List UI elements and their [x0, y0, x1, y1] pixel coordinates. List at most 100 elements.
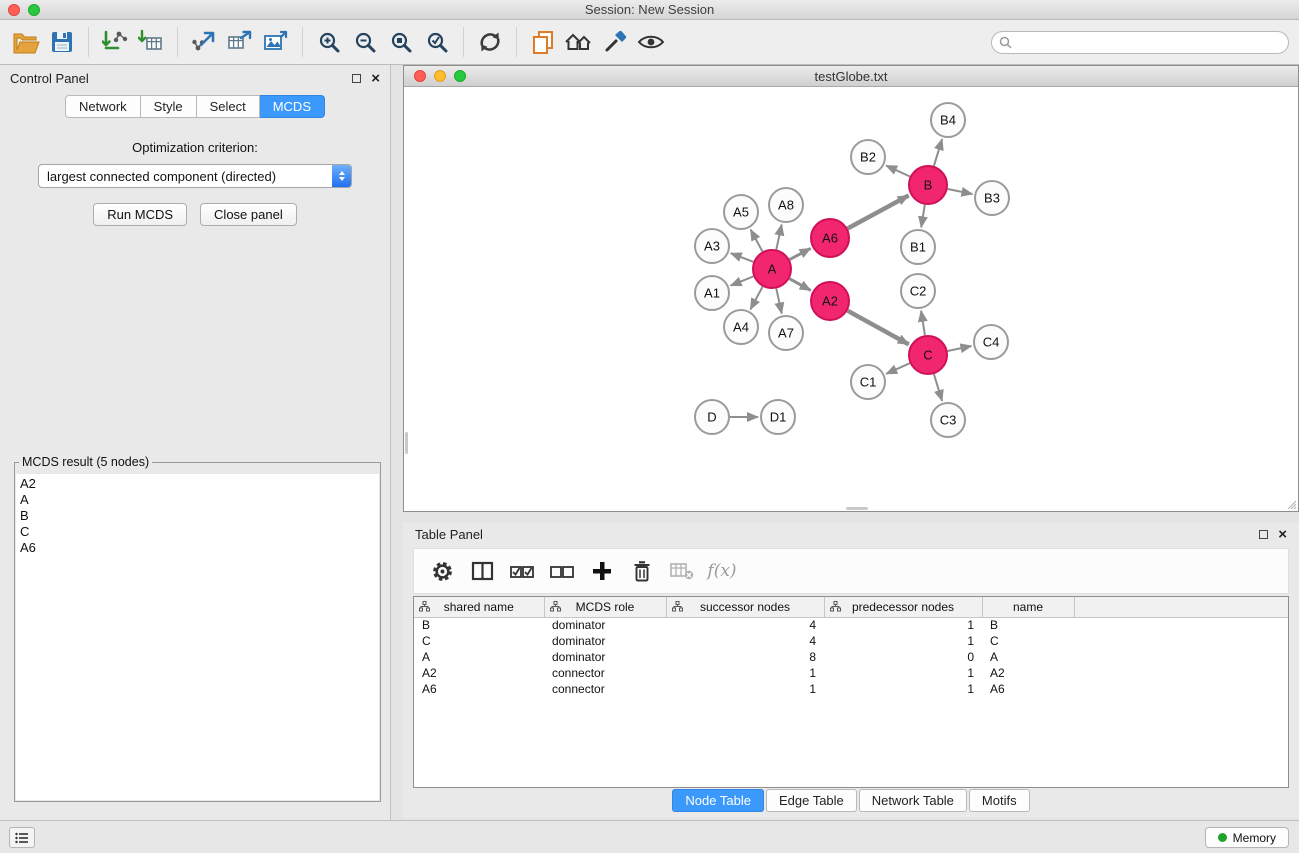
memory-button[interactable]: Memory: [1205, 827, 1289, 848]
graph-node-A4[interactable]: A4: [724, 310, 758, 344]
graph-node-B3[interactable]: B3: [975, 181, 1009, 215]
graph-edge-A-A7[interactable]: [776, 289, 781, 314]
open-session-button[interactable]: [525, 25, 561, 59]
mcds-result-item[interactable]: B: [20, 508, 375, 524]
graph-edge-A-A1[interactable]: [731, 276, 754, 285]
import-table-button[interactable]: [133, 25, 169, 59]
zoom-in-button[interactable]: [311, 25, 347, 59]
zoom-fit-button[interactable]: [383, 25, 419, 59]
delete-column-button[interactable]: [626, 555, 658, 587]
graph-node-A2[interactable]: A2: [811, 282, 849, 320]
graph-edge-A2-C[interactable]: [848, 311, 909, 345]
table-row[interactable]: Bdominator41B: [414, 617, 1288, 633]
graph-edge-C-C3[interactable]: [934, 374, 942, 401]
col-predecessor-nodes[interactable]: predecessor nodes: [824, 597, 982, 617]
col-mcds-role[interactable]: MCDS role: [544, 597, 666, 617]
table-settings-button[interactable]: [426, 555, 458, 587]
table-row[interactable]: Cdominator41C: [414, 633, 1288, 649]
graph-node-B2[interactable]: B2: [851, 140, 885, 174]
graph-node-A8[interactable]: A8: [769, 188, 803, 222]
deselect-all-button[interactable]: [546, 555, 578, 587]
refresh-button[interactable]: [472, 25, 508, 59]
show-hide-button[interactable]: [633, 25, 669, 59]
close-table-panel-icon[interactable]: ×: [1278, 526, 1287, 543]
run-mcds-button[interactable]: Run MCDS: [93, 203, 187, 226]
graph-node-B1[interactable]: B1: [901, 230, 935, 264]
network-zoom-button[interactable]: [454, 70, 466, 82]
graph-node-A7[interactable]: A7: [769, 316, 803, 350]
graph-edge-A-A3[interactable]: [731, 253, 754, 262]
graph-node-C[interactable]: C: [909, 336, 947, 374]
zoom-out-button[interactable]: [347, 25, 383, 59]
function-builder-button[interactable]: f(x): [706, 555, 738, 587]
graph-node-C1[interactable]: C1: [851, 365, 885, 399]
show-columns-button[interactable]: [466, 555, 498, 587]
graph-node-A[interactable]: A: [753, 250, 791, 288]
search-field[interactable]: [991, 31, 1289, 54]
first-neighbors-button[interactable]: [561, 25, 597, 59]
tab-node-table[interactable]: Node Table: [672, 789, 764, 812]
import-network-button[interactable]: [97, 25, 133, 59]
task-history-button[interactable]: [9, 827, 35, 848]
table-row[interactable]: A6connector11A6: [414, 681, 1288, 697]
graph-edge-C-C2[interactable]: [921, 311, 925, 335]
select-all-button[interactable]: [506, 555, 538, 587]
graph-node-A5[interactable]: A5: [724, 195, 758, 229]
close-window-button[interactable]: [8, 4, 20, 16]
float-panel-icon[interactable]: [352, 74, 361, 83]
criterion-dropdown[interactable]: largest connected component (directed): [38, 164, 352, 188]
graph-node-C4[interactable]: C4: [974, 325, 1008, 359]
zoom-selected-button[interactable]: [419, 25, 455, 59]
graph-node-A3[interactable]: A3: [695, 229, 729, 263]
tab-mcds[interactable]: MCDS: [260, 95, 325, 118]
graph-edge-A6-B[interactable]: [848, 196, 909, 229]
mcds-result-item[interactable]: A: [20, 492, 375, 508]
graph-node-B[interactable]: B: [909, 166, 947, 204]
graph-node-C3[interactable]: C3: [931, 403, 965, 437]
graph-node-D[interactable]: D: [695, 400, 729, 434]
zoom-window-button[interactable]: [28, 4, 40, 16]
float-table-panel-icon[interactable]: [1259, 530, 1268, 539]
tab-select[interactable]: Select: [197, 95, 260, 118]
graph-node-A1[interactable]: A1: [695, 276, 729, 310]
col-name[interactable]: name: [982, 597, 1074, 617]
annotation-button[interactable]: [597, 25, 633, 59]
graph-edge-B-B1[interactable]: [921, 205, 925, 228]
tab-style[interactable]: Style: [141, 95, 197, 118]
tab-edge-table[interactable]: Edge Table: [766, 789, 857, 812]
graph-edge-C-C4[interactable]: [948, 346, 972, 351]
export-network-button[interactable]: [186, 25, 222, 59]
graph-edge-B-B4[interactable]: [934, 139, 942, 166]
search-input[interactable]: [1012, 33, 1288, 52]
graph-edge-A-A8[interactable]: [776, 225, 781, 250]
col-successor-nodes[interactable]: successor nodes: [666, 597, 824, 617]
export-image-button[interactable]: [258, 25, 294, 59]
graph-node-C2[interactable]: C2: [901, 274, 935, 308]
network-minimize-button[interactable]: [434, 70, 446, 82]
tab-network-table[interactable]: Network Table: [859, 789, 967, 812]
graph-edge-B-B2[interactable]: [886, 166, 910, 177]
graph-edge-A-A5[interactable]: [751, 230, 763, 252]
vertical-scrollbar[interactable]: [405, 432, 408, 454]
delete-table-button[interactable]: [666, 555, 698, 587]
export-table-button[interactable]: [222, 25, 258, 59]
add-column-button[interactable]: [586, 555, 618, 587]
graph-node-B4[interactable]: B4: [931, 103, 965, 137]
graph-node-D1[interactable]: D1: [761, 400, 795, 434]
graph-edge-B-B3[interactable]: [948, 189, 973, 194]
table-row[interactable]: A2connector11A2: [414, 665, 1288, 681]
resize-handle-icon[interactable]: [1285, 498, 1297, 510]
mcds-result-item[interactable]: A6: [20, 540, 375, 556]
close-panel-icon[interactable]: ×: [371, 70, 380, 87]
save-session-button[interactable]: [44, 25, 80, 59]
tab-network[interactable]: Network: [65, 95, 141, 118]
graph-edge-A-A2[interactable]: [790, 279, 811, 291]
network-canvas[interactable]: AA1A2A3A4A5A6A7A8BB1B2B3B4CC1C2C3C4DD1: [404, 87, 1298, 511]
tab-motifs[interactable]: Motifs: [969, 789, 1030, 812]
mcds-result-item[interactable]: C: [20, 524, 375, 540]
table-row[interactable]: Adominator80A: [414, 649, 1288, 665]
network-close-button[interactable]: [414, 70, 426, 82]
graph-edge-C-C1[interactable]: [886, 363, 910, 374]
graph-edge-A-A4[interactable]: [750, 287, 762, 310]
close-panel-button[interactable]: Close panel: [200, 203, 297, 226]
